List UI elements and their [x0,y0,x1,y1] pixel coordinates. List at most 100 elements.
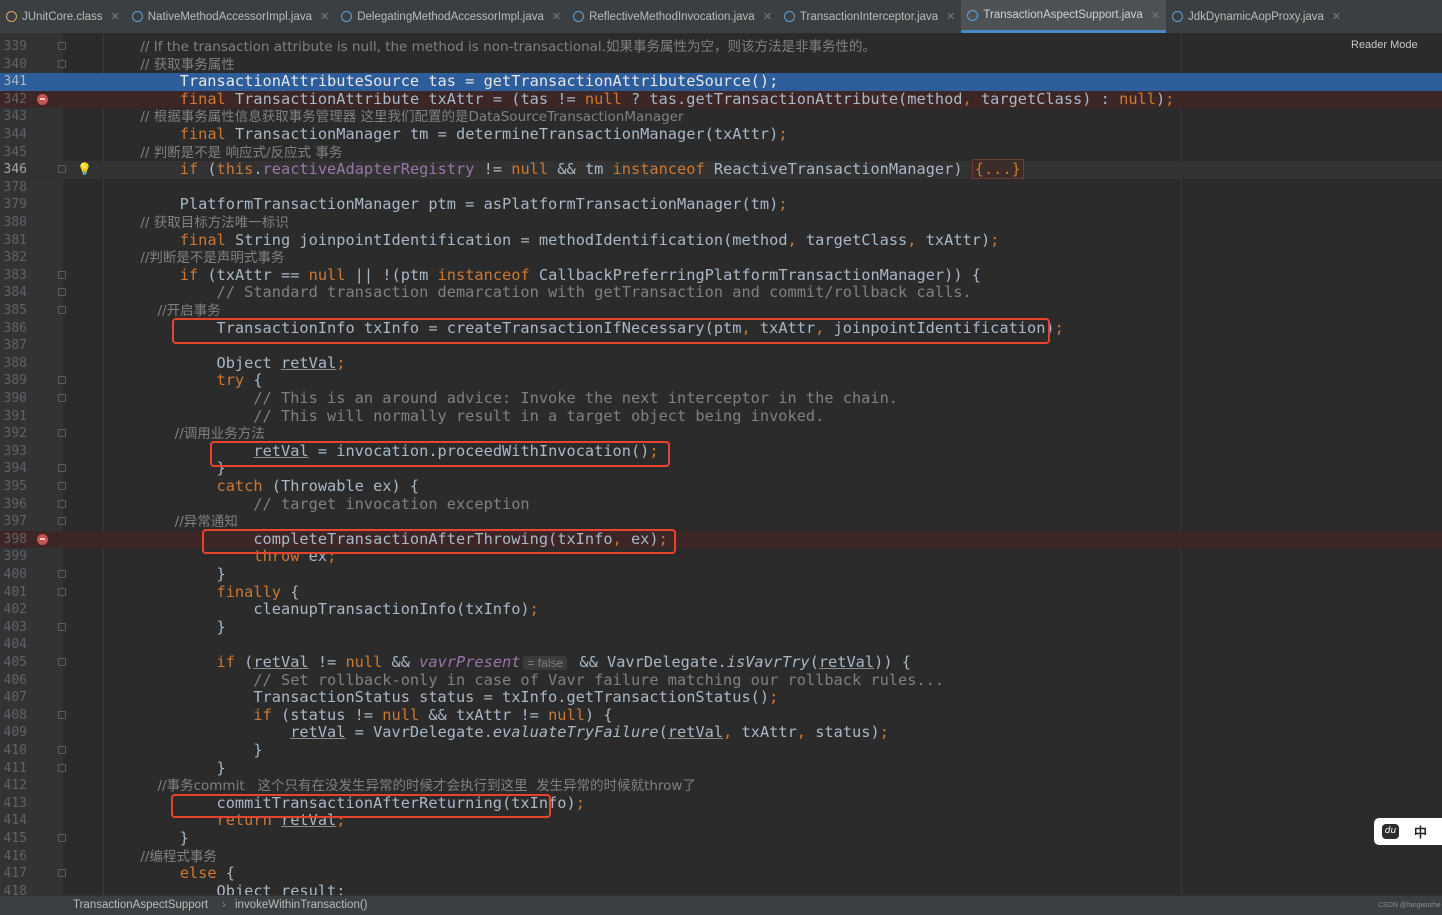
line-code[interactable]: // If the transaction attribute is null,… [106,38,876,57]
line-code[interactable]: catch (Throwable ex) { [106,477,420,496]
line-code[interactable]: } [106,565,226,584]
line-code[interactable]: cleanupTransactionInfo(txInfo); [106,600,539,619]
fold-marker-icon[interactable] [58,658,66,666]
fold-marker-icon[interactable] [58,429,66,438]
line-code[interactable]: } [106,759,226,778]
fold-marker-icon[interactable] [58,42,66,50]
tab-jdk-dynamic-aop-proxy[interactable]: JdkDynamicAopProxy.java ✕ [1166,0,1347,33]
code-line-selected[interactable]: 341 TransactionAttributeSource tas = get… [0,73,1442,91]
breakpoint-icon[interactable] [37,93,48,105]
line-code[interactable]: if (this.reactiveAdapterRegistry != null… [106,159,1024,180]
line-code[interactable]: else { [106,864,235,883]
line-code[interactable]: //事务commit 这个只有在没发生异常的时候才会执行到这里 发生异常的时候就… [106,777,696,796]
code-line[interactable]: 379 PlatformTransactionManager ptm = asP… [0,196,1442,214]
code-line[interactable]: 400 } [0,565,1442,584]
fold-marker-icon[interactable] [58,165,66,174]
line-code[interactable]: if (txAttr == null || !(ptm instanceof C… [106,266,981,285]
tab-transaction-interceptor[interactable]: TransactionInterceptor.java ✕ [778,0,962,33]
code-line[interactable]: 389 try { [0,372,1442,390]
code-line-breakpoint[interactable]: 342 final TransactionAttribute txAttr = … [0,90,1442,109]
fold-marker-icon[interactable] [58,746,66,754]
code-line[interactable]: 396 // target invocation exception [0,495,1442,514]
code-line[interactable]: 384 // Standard transaction demarcation … [0,284,1442,302]
code-line[interactable]: 409 retVal = VavrDelegate.evaluateTryFai… [0,724,1442,742]
tab-reflective-method-invocation[interactable]: ReflectiveMethodInvocation.java ✕ [567,0,778,33]
code-line[interactable]: 410 } [0,741,1442,760]
code-line[interactable]: 395 catch (Throwable ex) { [0,477,1442,496]
code-line[interactable]: 411 } [0,759,1442,778]
code-line[interactable]: 390 // This is an around advice: Invoke … [0,389,1442,408]
tab-transaction-aspect-support[interactable]: TransactionAspectSupport.java ✕ [961,0,1167,33]
close-icon[interactable]: ✕ [1332,10,1341,23]
line-code[interactable]: final TransactionManager tm = determineT… [106,125,788,144]
fold-marker-icon[interactable] [58,376,66,385]
input-method-toolbar[interactable]: du 中 [1374,818,1442,845]
lightbulb-icon[interactable]: 💡 [77,162,92,176]
fold-marker-icon[interactable] [58,464,66,473]
code-line[interactable]: 403 } [0,618,1442,637]
line-code[interactable]: retVal = VavrDelegate.evaluateTryFailure… [106,724,889,742]
line-code[interactable]: Object retVal; [106,354,346,373]
code-line[interactable]: 407 TransactionStatus status = txInfo.ge… [0,688,1442,707]
breadcrumb-class[interactable]: TransactionAspectSupport [73,896,208,915]
line-code[interactable]: try { [106,372,263,390]
line-code[interactable]: } [106,741,262,760]
fold-marker-icon[interactable] [58,517,66,526]
line-code[interactable]: PlatformTransactionManager ptm = asPlatf… [106,196,788,214]
code-line[interactable]: 345 // 判断是不是 响应式/反应式 事务 [0,144,1442,162]
code-line[interactable]: 404 [0,636,1442,654]
close-icon[interactable]: ✕ [111,10,120,23]
folded-code-placeholder[interactable]: {...} [971,159,1024,180]
code-line[interactable]: 388 Object retVal; [0,354,1442,373]
tab-delegating-method-accessor[interactable]: DelegatingMethodAccessorImpl.java ✕ [335,0,567,33]
fold-marker-icon[interactable] [58,394,66,402]
close-icon[interactable]: ✕ [946,10,955,23]
close-icon[interactable]: ✕ [320,10,329,23]
code-line-current[interactable]: 346 💡 if (this.reactiveAdapterRegistry !… [0,159,1442,180]
code-line[interactable]: 383 if (txAttr == null || !(ptm instance… [0,266,1442,285]
breakpoint-icon[interactable] [37,533,48,545]
line-code[interactable]: final String joinpointIdentification = m… [106,231,1000,250]
code-line[interactable]: 406 // Set rollback-only in case of Vavr… [0,671,1442,690]
fold-marker-icon[interactable] [58,288,66,297]
fold-marker-icon[interactable] [58,306,66,314]
line-code[interactable]: // Standard transaction demarcation with… [106,284,972,302]
close-icon[interactable]: ✕ [1151,9,1160,22]
close-icon[interactable]: ✕ [552,10,561,23]
code-line[interactable]: 344 final TransactionManager tm = determ… [0,125,1442,144]
line-code[interactable]: // Set rollback-only in case of Vavr fai… [106,671,944,690]
fold-marker-icon[interactable] [58,763,66,772]
line-code[interactable]: // target invocation exception [106,495,529,514]
code-line[interactable]: 381 final String joinpointIdentification… [0,231,1442,250]
code-line[interactable]: 405 if (retVal != null && vavrPresent = f… [0,653,1442,672]
line-code[interactable]: finally { [106,583,300,602]
code-line[interactable]: 416 //编程式事务 [0,848,1442,866]
tab-native-method-accessor[interactable]: NativeMethodAccessorImpl.java ✕ [126,0,335,33]
line-code[interactable]: TransactionAttributeSource tas = getTran… [106,73,779,91]
line-code[interactable]: if (status != null && txAttr != null) { [106,706,612,725]
code-line[interactable]: 417 else { [0,864,1442,883]
code-line[interactable]: 340 // 获取事务属性 [0,56,1442,74]
tab-junitcore[interactable]: JUnitCore.class ✕ [0,0,126,33]
line-code[interactable]: final TransactionAttribute txAttr = (tas… [106,90,1175,109]
fold-marker-icon[interactable] [58,869,66,878]
input-mode-toggle[interactable]: 中 [1414,822,1427,841]
code-line[interactable]: 402 cleanupTransactionInfo(txInfo); [0,600,1442,619]
code-line[interactable]: 378 [0,179,1442,197]
fold-marker-icon[interactable] [58,59,66,68]
breadcrumb-method[interactable]: invokeWithinTransaction() [235,896,368,915]
fold-marker-icon[interactable] [58,499,66,508]
line-code[interactable]: TransactionStatus status = txInfo.getTra… [106,688,778,707]
line-code[interactable]: } [106,829,189,848]
code-line[interactable]: 408 if (status != null && txAttr != null… [0,706,1442,725]
fold-marker-icon[interactable] [58,622,66,631]
fold-marker-icon[interactable] [58,570,66,578]
line-code[interactable]: } [106,460,226,478]
code-line[interactable]: 385 //开启事务 [0,302,1442,320]
code-line[interactable]: 401 finally { [0,583,1442,602]
code-line[interactable]: 343 // 根据事务属性信息获取事务管理器 这里我们配置的是DataSourc… [0,108,1442,126]
close-icon[interactable]: ✕ [763,10,772,23]
code-line[interactable]: 380 // 获取目标方法唯一标识 [0,214,1442,232]
fold-marker-icon[interactable] [58,482,66,490]
code-line[interactable]: 382 //判断是不是声明式事务 [0,249,1442,267]
